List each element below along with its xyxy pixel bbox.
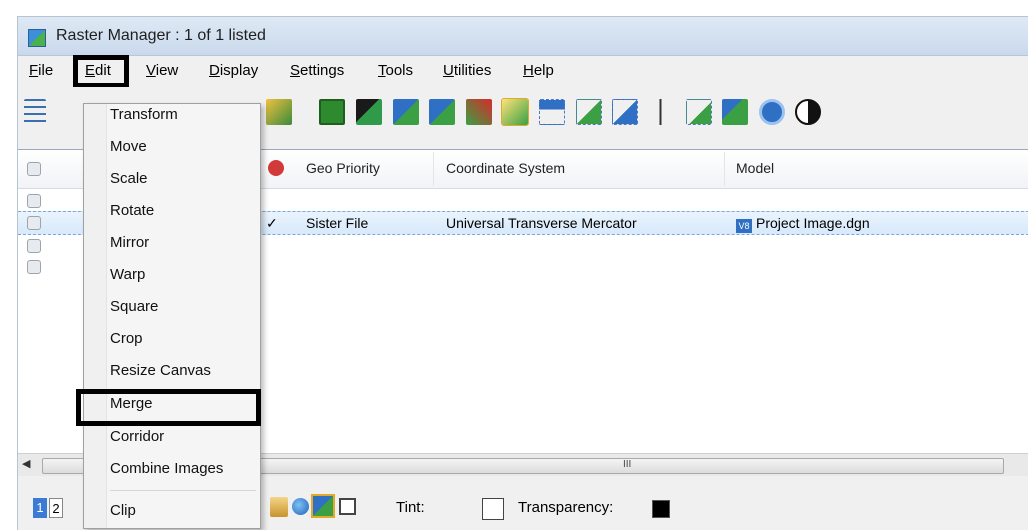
menu-utilities[interactable]: Utilities <box>443 62 491 79</box>
raster-row-icon <box>27 216 41 230</box>
tint-label: Tint: <box>396 499 425 516</box>
terrain-icon[interactable] <box>722 99 748 125</box>
menu-separator <box>110 490 256 491</box>
raster-manager-icon <box>28 29 46 47</box>
menu-item-warp[interactable]: Warp <box>110 266 145 283</box>
cell-coordinate-system: Universal Transverse Mercator <box>446 215 637 231</box>
view-1-button[interactable]: 1 <box>33 498 47 518</box>
menu-item-clip[interactable]: Clip <box>110 502 136 519</box>
zoom-1-1-icon[interactable] <box>759 99 785 125</box>
menu-item-transform[interactable]: Transform <box>110 106 178 123</box>
display-check[interactable]: ✓ <box>266 215 278 232</box>
mirror-raster-icon[interactable] <box>649 99 675 125</box>
select-raster-icon[interactable] <box>356 99 382 125</box>
column-model[interactable]: Model <box>736 160 774 176</box>
fit-raster-icon[interactable] <box>501 98 529 126</box>
raster-toggle-icon[interactable] <box>311 494 335 518</box>
title-bar: Raster Manager : 1 of 1 listed <box>18 17 1028 56</box>
edit-menu-highlight <box>73 55 129 88</box>
raster-row-icon <box>27 194 41 208</box>
scale-raster-icon[interactable] <box>576 99 602 125</box>
merge-highlight <box>76 389 261 426</box>
raster-row-icon <box>27 260 41 274</box>
cell-model: V8 Project Image.dgn <box>736 215 870 233</box>
detach-raster-icon[interactable] <box>466 99 492 125</box>
scroll-left-icon[interactable]: ◀ <box>22 457 30 470</box>
attach-raster-icon[interactable] <box>266 99 292 125</box>
menu-item-crop[interactable]: Crop <box>110 330 143 347</box>
menu-bar: File Edit View Display Settings Tools Ut… <box>18 55 1028 88</box>
column-geo-priority[interactable]: Geo Priority <box>306 160 380 176</box>
header-raster-icon <box>27 162 41 176</box>
raster-row-icon <box>27 239 41 253</box>
menu-item-rotate[interactable]: Rotate <box>110 202 154 219</box>
scroll-grip: III <box>623 459 632 470</box>
column-divider[interactable] <box>433 152 434 186</box>
raster-display-icon[interactable] <box>270 497 288 517</box>
menu-item-mirror[interactable]: Mirror <box>110 234 149 251</box>
menu-tools[interactable]: Tools <box>378 62 413 79</box>
menu-item-move[interactable]: Move <box>110 138 147 155</box>
menu-item-resize-canvas[interactable]: Resize Canvas <box>110 362 211 379</box>
move-raster-icon[interactable] <box>539 99 565 125</box>
globe-icon[interactable] <box>292 498 309 515</box>
geo-priority-icon <box>268 160 284 176</box>
column-divider[interactable] <box>724 152 725 186</box>
fit-view-icon[interactable] <box>339 498 356 515</box>
dgn-file-icon: V8 <box>736 219 752 233</box>
menu-help[interactable]: Help <box>523 62 554 79</box>
swap-raster-icon[interactable] <box>319 99 345 125</box>
transparency-swatch[interactable] <box>652 500 670 518</box>
menu-item-corridor[interactable]: Corridor <box>110 428 164 445</box>
window-title: Raster Manager : 1 of 1 listed <box>56 27 266 44</box>
menu-item-scale[interactable]: Scale <box>110 170 148 187</box>
view-2-button[interactable]: 2 <box>49 498 63 518</box>
menu-item-square[interactable]: Square <box>110 298 158 315</box>
column-coordinate-system[interactable]: Coordinate System <box>446 160 565 176</box>
rotate-raster-icon[interactable] <box>612 99 638 125</box>
tint-swatch[interactable] <box>482 498 504 520</box>
place-interactive-icon[interactable] <box>429 99 455 125</box>
menu-file[interactable]: File <box>29 62 53 79</box>
contrast-icon[interactable] <box>795 99 821 125</box>
place-raster-icon[interactable] <box>393 99 419 125</box>
menu-display[interactable]: Display <box>209 62 258 79</box>
transparency-label: Transparency: <box>518 499 614 516</box>
warp-raster-icon[interactable] <box>686 99 712 125</box>
menu-view[interactable]: View <box>146 62 178 79</box>
menu-settings[interactable]: Settings <box>290 62 344 79</box>
edit-menu-dropdown: Transform Move Scale Rotate Mirror Warp … <box>83 103 261 529</box>
cell-geo-priority: Sister File <box>306 215 369 231</box>
tree-view-icon[interactable] <box>24 99 46 125</box>
menu-gutter <box>84 104 107 528</box>
menu-item-combine-images[interactable]: Combine Images <box>110 460 223 477</box>
